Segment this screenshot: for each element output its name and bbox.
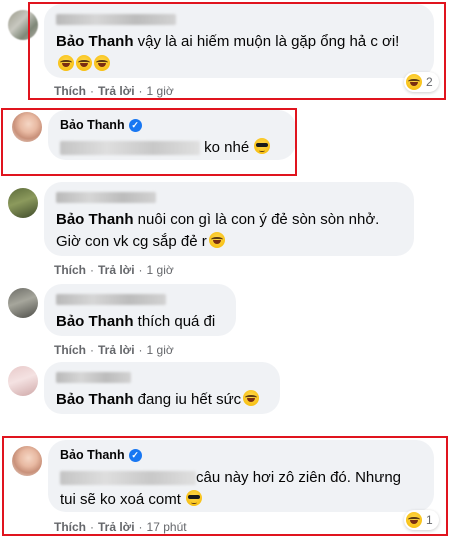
comment-text: Bảo Thanh nuôi con gì là con ý đẻ sòn sò… (56, 211, 380, 228)
reaction-badge[interactable]: 1 (404, 510, 439, 530)
author-name[interactable] (56, 11, 422, 27)
laughing-emoji-icon (76, 55, 92, 71)
haha-reaction-icon (406, 512, 422, 528)
sunglasses-emoji-icon (254, 138, 271, 154)
comment-2: Bảo Thanh ✓ ko nhé (0, 106, 454, 180)
mention-link[interactable] (60, 141, 200, 156)
comment-actions: Thích · Trả lời · 17 phút (54, 520, 187, 534)
comment-bubble: Bảo Thanh đang iu hết sức (44, 362, 280, 414)
like-button[interactable]: Thích (54, 520, 86, 534)
comment-bubble: Bảo Thanh ✓ ko nhé (48, 110, 296, 160)
mention-link[interactable]: Bảo Thanh (56, 391, 134, 408)
reply-button[interactable]: Trả lời (98, 343, 135, 357)
haha-reaction-icon (406, 74, 422, 90)
comment-4: Bảo Thanh thích quá đi Thích · Trả lời · 1 g… (0, 284, 454, 364)
mention-link[interactable]: Bảo Thanh (56, 211, 134, 228)
laughing-emoji-icon (208, 232, 225, 248)
avatar[interactable] (8, 366, 38, 396)
mention-link[interactable]: Bảo Thanh (56, 33, 134, 50)
comment-text: ko nhé (60, 137, 284, 159)
avatar[interactable] (8, 10, 38, 40)
comment-text: câu này hơi zô ziên đó. Nhưng (60, 467, 422, 489)
author-name[interactable]: Bảo Thanh ✓ (60, 447, 422, 463)
emoji-row (56, 55, 422, 74)
avatar[interactable] (8, 188, 38, 218)
author-name[interactable] (56, 189, 402, 205)
comment-bubble: Bảo Thanh nuôi con gì là con ý đẻ sòn sò… (44, 182, 414, 256)
avatar[interactable] (12, 446, 42, 476)
comment-actions: Thích · Trả lời · 1 giờ (54, 84, 174, 98)
like-button[interactable]: Thích (54, 263, 86, 277)
sunglasses-emoji-icon (185, 490, 202, 506)
comment-text: Bảo Thanh đang iu hết sức (56, 389, 268, 411)
mention-link[interactable]: Bảo Thanh (56, 313, 134, 330)
author-name[interactable]: Bảo Thanh ✓ (60, 117, 284, 133)
verified-badge-icon: ✓ (128, 118, 142, 132)
reply-button[interactable]: Trả lời (98, 520, 135, 534)
like-button[interactable]: Thích (54, 343, 86, 357)
timestamp[interactable]: 1 giờ (147, 343, 174, 357)
comment-text: Bảo Thanh thích quá đi (56, 313, 216, 330)
timestamp[interactable]: 17 phút (147, 520, 187, 534)
comment-bubble: Bảo Thanh thích quá đi (44, 284, 236, 336)
reply-button[interactable]: Trả lời (98, 84, 135, 98)
author-name[interactable] (56, 369, 268, 385)
reaction-badge[interactable]: 2 (404, 72, 439, 92)
like-button[interactable]: Thích (54, 84, 86, 98)
comment-3: Bảo Thanh nuôi con gì là con ý đẻ sòn sò… (0, 182, 454, 282)
comment-6: Bảo Thanh ✓ câu này hơi zô ziên đó. Nhưng… (0, 440, 454, 536)
comment-bubble: Bảo Thanh ✓ câu này hơi zô ziên đó. Nhưng… (48, 440, 434, 512)
avatar[interactable] (8, 288, 38, 318)
comment-bubble: Bảo Thanh vậy là ai hiếm muộn là gặp ổng… (44, 4, 434, 78)
comment-actions: Thích · Trả lời · 1 giờ (54, 263, 174, 277)
comment-text: Bảo Thanh vậy là ai hiếm muộn là gặp ổng… (56, 33, 400, 50)
verified-badge-icon: ✓ (128, 448, 142, 462)
laughing-emoji-icon (94, 55, 110, 71)
comment-5: Bảo Thanh đang iu hết sức (0, 362, 454, 438)
mention-link[interactable] (60, 471, 196, 486)
laughing-emoji-icon (58, 55, 74, 71)
comment-actions: Thích · Trả lời · 1 giờ (54, 343, 174, 357)
timestamp[interactable]: 1 giờ (147, 263, 174, 277)
reply-button[interactable]: Trả lời (98, 263, 135, 277)
laughing-emoji-icon (243, 390, 260, 406)
avatar[interactable] (12, 112, 42, 142)
timestamp[interactable]: 1 giờ (147, 84, 174, 98)
author-name[interactable] (56, 291, 224, 307)
comment-1: Bảo Thanh vậy là ai hiếm muộn là gặp ổng… (0, 0, 454, 100)
